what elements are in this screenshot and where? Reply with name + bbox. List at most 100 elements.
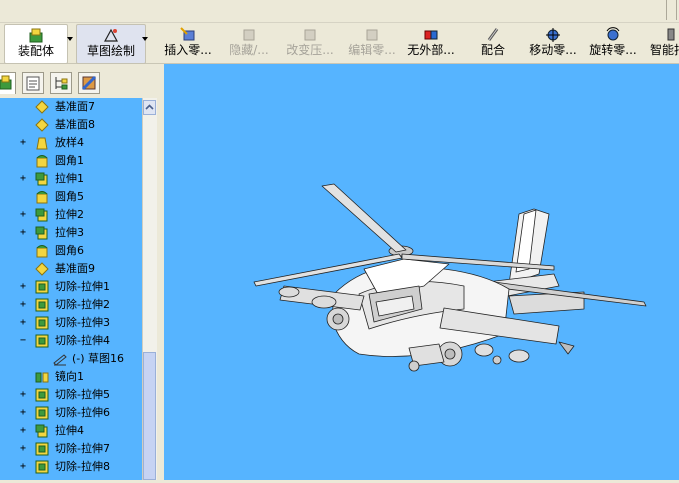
expand-icon[interactable]: +: [20, 210, 28, 220]
tree-item-label: 基准面8: [55, 118, 95, 131]
tree-item[interactable]: − 切除-拉伸4: [0, 332, 142, 350]
plane-icon: [34, 99, 50, 115]
extrude-icon: [34, 225, 50, 241]
edit-component-button[interactable]: 编辑零...: [344, 24, 400, 62]
change-suppression-button[interactable]: 改变压...: [282, 24, 338, 62]
plane-icon: [34, 117, 50, 133]
tab-configuration-manager[interactable]: [50, 72, 72, 94]
tree-item-label: 拉伸4: [55, 424, 84, 437]
tree-item-label: 圆角6: [55, 244, 84, 257]
cut-extrude-icon: [34, 387, 50, 403]
tree-item-label: 圆角5: [55, 190, 84, 203]
tree-item-label: 切除-拉伸4: [55, 334, 110, 347]
tree-item[interactable]: (-) 草图16: [0, 350, 142, 368]
sketch-button[interactable]: 草图绘制: [76, 24, 146, 64]
assembly-button[interactable]: 装配体: [4, 24, 68, 64]
tree-item[interactable]: + 切除-拉伸5: [0, 386, 142, 404]
tree-item[interactable]: + 切除-拉伸2: [0, 296, 142, 314]
mate-icon: [487, 28, 499, 41]
tree-item[interactable]: + 切除-拉伸6: [0, 404, 142, 422]
tree-item-label: 切除-拉伸2: [55, 298, 110, 311]
mirror-icon: [34, 369, 50, 385]
cut-extrude-icon: [34, 459, 50, 475]
sketch-icon: [52, 351, 68, 367]
rotate-component-label: 旋转零...: [589, 43, 637, 57]
smart-fastener-button[interactable]: 智能扣: [650, 24, 679, 62]
tree-item[interactable]: + 切除-拉伸7: [0, 440, 142, 458]
tree-item[interactable]: + 切除-拉伸3: [0, 314, 142, 332]
expand-icon[interactable]: +: [20, 462, 28, 472]
sketch-icon: [103, 28, 119, 42]
expand-icon[interactable]: +: [20, 408, 28, 418]
tree-item-label: 圆角1: [55, 154, 84, 167]
tab-feature-tree[interactable]: [0, 72, 16, 94]
tree-item[interactable]: 圆角6: [0, 242, 142, 260]
command-toolbar: 装配体 草图绘制 插入零... 隐藏/... 改变压... 编辑零... 无外部…: [0, 23, 679, 64]
expand-icon[interactable]: +: [20, 300, 28, 310]
tree-item[interactable]: + 切除-拉伸8: [0, 458, 142, 476]
scroll-thumb[interactable]: [143, 352, 156, 480]
tree-item-label: 基准面9: [55, 262, 95, 275]
expand-icon[interactable]: +: [20, 282, 28, 292]
tree-item[interactable]: 圆角5: [0, 188, 142, 206]
tree-item[interactable]: 基准面8: [0, 116, 142, 134]
expand-icon[interactable]: +: [20, 174, 28, 184]
insert-component-icon: [180, 27, 195, 41]
fillet-icon: [34, 189, 50, 205]
sketch-label: 草图绘制: [86, 44, 135, 58]
tree-item[interactable]: + 拉伸4: [0, 422, 142, 440]
cut-extrude-icon: [34, 279, 50, 295]
helicopter-model[interactable]: [164, 64, 679, 480]
rotate-component-button[interactable]: 旋转零...: [586, 24, 640, 62]
tree-item[interactable]: + 拉伸1: [0, 170, 142, 188]
tree-scrollbar[interactable]: [142, 98, 157, 480]
extrude-icon: [34, 423, 50, 439]
expand-icon[interactable]: +: [20, 318, 28, 328]
edit-component-icon: [366, 29, 378, 41]
assembly-dropdown-icon[interactable]: [67, 37, 73, 41]
extrude-icon: [34, 207, 50, 223]
tab-display-manager[interactable]: [78, 72, 100, 94]
tree-item-label: 切除-拉伸8: [55, 460, 110, 473]
tree-item[interactable]: 基准面7: [0, 98, 142, 116]
expand-icon[interactable]: +: [20, 228, 28, 238]
graphics-viewport[interactable]: [164, 64, 679, 480]
expand-icon[interactable]: +: [20, 426, 28, 436]
mate-button[interactable]: 配合: [476, 24, 510, 62]
insert-component-button[interactable]: 插入零...: [160, 24, 216, 62]
sketch-dropdown-icon[interactable]: [142, 37, 148, 41]
collapse-icon[interactable]: −: [20, 336, 28, 346]
expand-icon[interactable]: +: [20, 390, 28, 400]
display-manager-icon: [81, 75, 97, 91]
tree-item[interactable]: + 放样4: [0, 134, 142, 152]
cut-extrude-icon: [34, 333, 50, 349]
no-external-refs-button[interactable]: 无外部...: [404, 24, 458, 62]
title-strip: [0, 0, 679, 23]
no-external-refs-label: 无外部...: [407, 43, 455, 57]
cut-extrude-icon: [34, 315, 50, 331]
scroll-up-button[interactable]: [143, 100, 156, 115]
assembly-label: 装配体: [17, 44, 54, 58]
chevron-up-icon: [145, 104, 154, 110]
tree-item[interactable]: 圆角1: [0, 152, 142, 170]
rotate-component-icon: [606, 27, 620, 41]
tree-item[interactable]: + 切除-拉伸1: [0, 278, 142, 296]
extrude-icon: [34, 171, 50, 187]
move-component-button[interactable]: 移动零...: [526, 24, 580, 62]
expand-icon[interactable]: +: [20, 444, 28, 454]
panel-tabs: [0, 70, 160, 98]
tree-item[interactable]: + 拉伸3: [0, 224, 142, 242]
fillet-icon: [34, 243, 50, 259]
mate-label: 配合: [480, 43, 505, 57]
tree-item[interactable]: + 拉伸2: [0, 206, 142, 224]
hide-show-button[interactable]: 隐藏/...: [222, 24, 276, 62]
smart-fastener-icon: [667, 28, 675, 41]
change-suppression-icon: [304, 29, 316, 41]
tree-item[interactable]: 镜向1: [0, 368, 142, 386]
expand-icon[interactable]: +: [20, 138, 28, 148]
tab-property-manager[interactable]: [22, 72, 44, 94]
tree-item[interactable]: 基准面9: [0, 260, 142, 278]
tree-item-label: 拉伸2: [55, 208, 84, 221]
tree-item-label: 镜向1: [55, 370, 84, 383]
smart-fastener-label: 智能扣: [650, 43, 679, 57]
